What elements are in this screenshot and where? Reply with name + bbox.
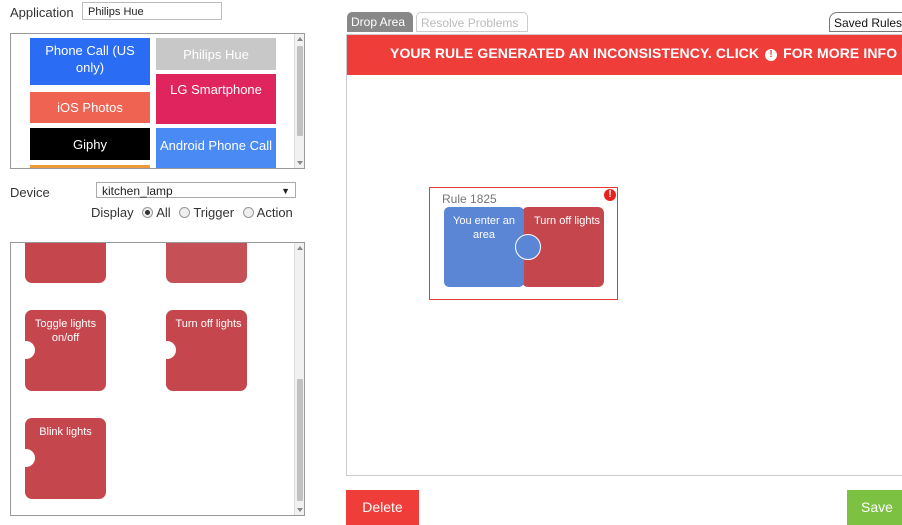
tab-saved-rules[interactable]: Saved Rules [829,12,902,32]
application-list[interactable]: Phone Call (US only) Philips Hue iOS Pho… [10,33,305,169]
app-tile-phone-call[interactable]: Phone Call (US only) [30,38,150,85]
radio-trigger-label: Trigger [193,205,235,220]
tab-resolve-problems[interactable]: Resolve Problems [416,12,528,32]
scroll-up-arrow-icon[interactable] [297,246,303,250]
rule-trigger-label: You enter an area [453,215,515,241]
block-list[interactable]: Toggle lights on/off Turn off lights Bli… [10,242,305,516]
app-tile-ios-photos[interactable]: iOS Photos [30,92,150,123]
block-turn-off-lights[interactable]: Turn off lights [158,310,247,391]
radio-all-label: All [156,205,171,220]
rule-card[interactable]: Rule 1825 ! Turn off lights You enter an… [429,187,618,300]
scroll-down-arrow-icon[interactable] [297,161,303,165]
app-tile-philips-hue[interactable]: Philips Hue [156,38,276,70]
puzzle-connector [515,234,541,260]
rule-trigger-block[interactable]: You enter an area [444,207,524,287]
rule-action-label: Turn off lights [533,215,601,227]
radio-trigger[interactable] [179,207,191,218]
dropdown-caret-icon: ▼ [281,186,290,196]
block-list-scroll-thumb[interactable] [297,379,303,501]
inconsistency-banner[interactable]: YOUR RULE GENERATED AN INCONSISTENCY. CL… [347,35,902,75]
block-partial-1[interactable] [25,243,106,283]
delete-button[interactable]: Delete [346,490,419,525]
radio-action[interactable] [242,207,254,218]
info-alert-icon[interactable]: ! [765,49,778,61]
block-blink-lights-label: Blink lights [39,426,92,438]
app-tile-giphy[interactable]: Giphy [30,128,150,160]
device-select-value: kitchen_lamp [102,184,173,198]
block-partial-2[interactable] [166,243,247,283]
block-list-scrollbar[interactable] [294,243,304,515]
app-tile-lg-smartphone[interactable]: LG Smartphone [156,74,276,124]
radio-action-label: Action [256,205,293,220]
scroll-up-arrow-icon[interactable] [297,37,303,41]
block-toggle-lights-label: Toggle lights on/off [34,318,97,344]
app-tile-android-phone-call[interactable]: Android Phone Call [156,128,276,168]
app-list-scrollbar[interactable] [294,34,304,168]
block-blink-lights[interactable]: Blink lights [17,418,106,499]
block-toggle-lights[interactable]: Toggle lights on/off [17,310,106,391]
app-list-scroll-thumb[interactable] [297,46,303,136]
banner-text-before: YOUR RULE GENERATED AN INCONSISTENCY. CL… [390,45,760,61]
device-select[interactable]: kitchen_lamp ▼ [96,182,296,198]
tab-drop-area[interactable]: Drop Area [347,12,413,32]
save-button[interactable]: Save [847,490,902,525]
display-label: Display [91,205,134,220]
banner-text-after: FOR MORE INFO [783,45,898,61]
rule-title: Rule 1825 [442,192,497,206]
app-tile-partial [30,165,150,168]
rule-alert-icon[interactable]: ! [604,189,616,201]
scroll-down-arrow-icon[interactable] [297,508,303,512]
application-label: Application [10,5,74,20]
radio-all[interactable] [142,207,154,218]
application-input[interactable]: Philips Hue [82,2,222,20]
block-turn-off-lights-label: Turn off lights [175,318,242,330]
device-label: Device [10,185,50,200]
display-filter: Display All Trigger Action [91,205,293,220]
